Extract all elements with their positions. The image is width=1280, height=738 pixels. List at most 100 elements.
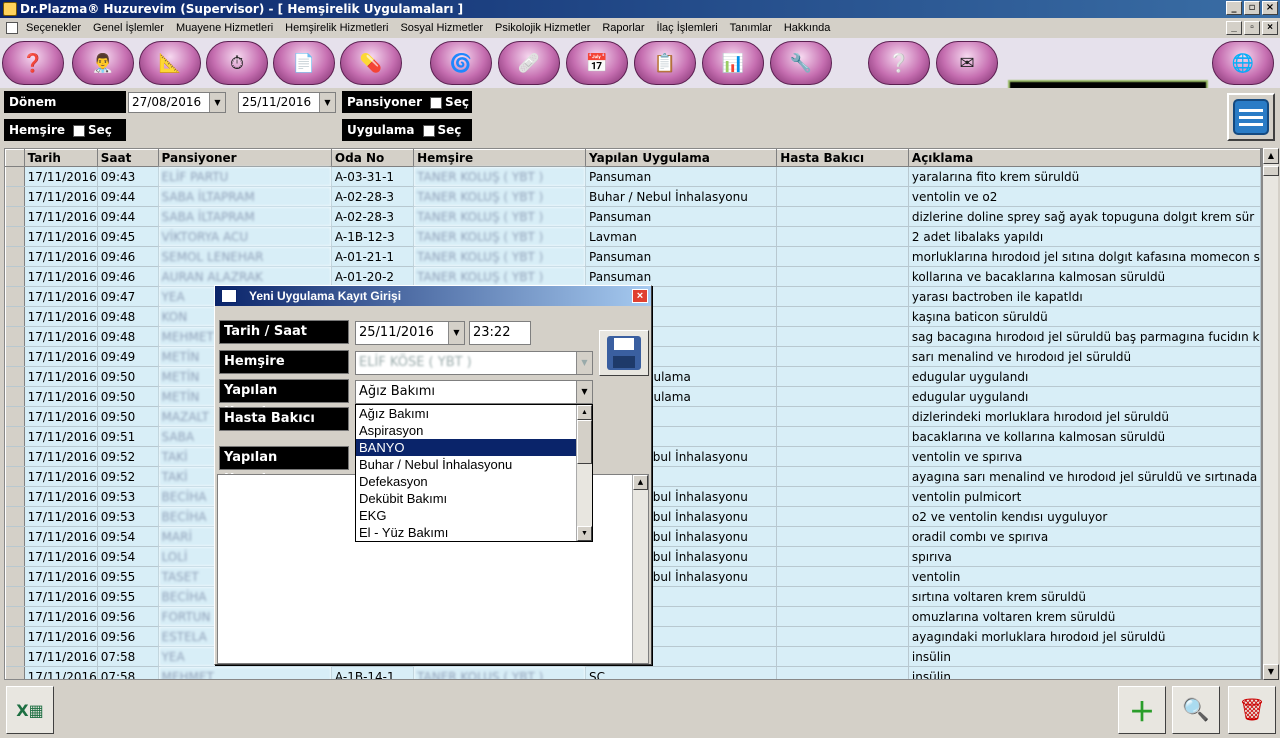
column-header[interactable]: Yapılan Uygulama bbox=[585, 149, 778, 167]
menu-genel-islemler[interactable]: Genel İşlemler bbox=[93, 22, 164, 34]
chevron-down-icon[interactable]: ▼ bbox=[448, 322, 464, 344]
row-indicator[interactable] bbox=[5, 266, 25, 287]
schedule-button[interactable]: 📅 bbox=[566, 41, 628, 85]
row-indicator[interactable] bbox=[5, 166, 25, 187]
column-header[interactable]: Pansiyoner bbox=[157, 149, 332, 167]
stopwatch-button[interactable]: ⏱ bbox=[206, 41, 268, 85]
chevron-down-icon[interactable]: ▼ bbox=[209, 93, 225, 112]
row-indicator[interactable] bbox=[5, 386, 25, 407]
menu-sosyal[interactable]: Sosyal Hizmetler bbox=[400, 22, 483, 34]
settings-tools-button[interactable]: 🔧 bbox=[770, 41, 832, 85]
row-indicator[interactable] bbox=[5, 226, 25, 247]
row-indicator[interactable] bbox=[5, 206, 25, 227]
row-indicator[interactable] bbox=[5, 306, 25, 327]
document-icon[interactable] bbox=[6, 22, 18, 34]
column-header[interactable]: Oda No bbox=[330, 149, 415, 167]
row-indicator[interactable] bbox=[5, 666, 25, 679]
hemsire-select[interactable]: ELİF KÖSE ( YBT ) ▼ bbox=[355, 351, 593, 375]
row-indicator[interactable] bbox=[5, 626, 25, 647]
delete-record-button[interactable]: 🗑 bbox=[1228, 686, 1276, 734]
uygulama-select[interactable]: Ağız Bakımı ▼ bbox=[355, 380, 593, 404]
table-row[interactable]: 17/11/2016 09:44 SABA İLTAPRAM A-02-28-3 TAN… bbox=[5, 186, 1261, 207]
scroll-up-icon[interactable]: ▲ bbox=[1263, 148, 1279, 164]
row-indicator[interactable] bbox=[5, 426, 25, 447]
chevron-down-icon[interactable]: ▼ bbox=[576, 381, 592, 403]
pansiyoner-checkbox[interactable] bbox=[430, 96, 443, 109]
row-indicator[interactable] bbox=[5, 326, 25, 347]
dialog-close-button[interactable]: × bbox=[632, 289, 648, 303]
row-indicator[interactable] bbox=[5, 586, 25, 607]
menu-muayene[interactable]: Muayene Hizmetleri bbox=[176, 22, 273, 34]
uygulama-dropdown-list[interactable]: Ağız Bakımı Aspirasyon BANYO Buhar / Nebul … bbox=[355, 404, 593, 542]
row-indicator[interactable] bbox=[5, 406, 25, 427]
row-indicator[interactable] bbox=[5, 366, 25, 387]
chevron-down-icon[interactable]: ▼ bbox=[319, 93, 335, 112]
dialog-date-field[interactable]: 25/11/2016 ▼ bbox=[355, 321, 465, 345]
row-indicator[interactable] bbox=[5, 546, 25, 567]
excel-export-button[interactable]: X▦ bbox=[6, 686, 54, 734]
row-indicator[interactable] bbox=[5, 506, 25, 527]
dialog-time-field[interactable]: 23:22 bbox=[469, 321, 531, 345]
table-row[interactable]: 17/11/2016 09:43 ELİF PARTU A-03-31-1 TANER … bbox=[5, 166, 1261, 187]
minimize-button[interactable]: _ bbox=[1226, 1, 1242, 15]
grid-scrollbar[interactable]: ▲ ▼ bbox=[1262, 148, 1279, 680]
dropdown-option[interactable]: Ağız Bakımı bbox=[356, 405, 592, 422]
document-button[interactable]: 📄 bbox=[273, 41, 335, 85]
date-from-field[interactable]: 27/08/2016 ▼ bbox=[128, 92, 226, 113]
list-button[interactable] bbox=[1227, 93, 1275, 141]
row-indicator[interactable] bbox=[5, 346, 25, 367]
table-row[interactable]: 17/11/2016 09:45 VİKTORYA ACU A-1B-12-3 TANE… bbox=[5, 226, 1261, 247]
menu-tanimlar[interactable]: Tanımlar bbox=[730, 22, 772, 34]
column-header[interactable]: Saat bbox=[96, 149, 159, 167]
mail-button[interactable]: ✉ bbox=[936, 41, 998, 85]
help-note-button[interactable]: ❔ bbox=[868, 41, 930, 85]
menu-raporlar[interactable]: Raporlar bbox=[602, 22, 644, 34]
row-indicator[interactable] bbox=[5, 526, 25, 547]
dropdown-option[interactable]: El - Yüz Bakımı bbox=[356, 524, 592, 541]
table-row[interactable]: 17/11/2016 09:44 SABA İLTAPRAM A-02-28-3 TAN… bbox=[5, 206, 1261, 227]
child-minimize-button[interactable]: _ bbox=[1226, 21, 1242, 35]
chart-button[interactable]: 📊 bbox=[702, 41, 764, 85]
dropdown-scroll-thumb[interactable] bbox=[577, 420, 592, 464]
search-record-button[interactable]: 🔍 bbox=[1172, 686, 1220, 734]
memo-scrollbar[interactable]: ▲ bbox=[632, 475, 648, 663]
child-close-button[interactable]: × bbox=[1262, 21, 1278, 35]
dropdown-scrollbar[interactable]: ▲ ▼ bbox=[576, 405, 592, 541]
table-row[interactable]: 17/11/2016 09:46 AURAN ALAZRAK A-01-20-2 TAN… bbox=[5, 266, 1261, 287]
web-button[interactable]: 🌐 bbox=[1212, 41, 1274, 85]
menu-ilac[interactable]: İlaç İşlemleri bbox=[657, 22, 718, 34]
spiral-button[interactable]: 🌀 bbox=[430, 41, 492, 85]
menu-secenekler[interactable]: Seçenekler bbox=[26, 22, 81, 34]
row-indicator[interactable] bbox=[5, 606, 25, 627]
scroll-thumb[interactable] bbox=[1263, 166, 1279, 176]
dropdown-option[interactable]: Buhar / Nebul İnhalasyonu bbox=[356, 456, 592, 473]
table-row[interactable]: 17/11/2016 07:58 MEHMET A-1B-14-1 TANER KOLU… bbox=[5, 666, 1261, 679]
scroll-down-icon[interactable]: ▼ bbox=[577, 526, 592, 541]
table-row[interactable]: 17/11/2016 09:46 SEMOL LENEHAR A-01-21-1 TAN… bbox=[5, 246, 1261, 267]
pills-button[interactable]: 💊 bbox=[340, 41, 402, 85]
bandage-button[interactable]: 🩹 bbox=[498, 41, 560, 85]
menu-hemsirelik[interactable]: Hemşirelik Hizmetleri bbox=[285, 22, 388, 34]
row-indicator[interactable] bbox=[5, 286, 25, 307]
row-indicator[interactable] bbox=[5, 186, 25, 207]
child-restore-button[interactable]: ▫ bbox=[1244, 21, 1260, 35]
row-indicator[interactable] bbox=[5, 246, 25, 267]
dropdown-option[interactable]: BANYO bbox=[356, 439, 592, 456]
dropdown-option[interactable]: Aspirasyon bbox=[356, 422, 592, 439]
uygulama-checkbox[interactable] bbox=[422, 124, 435, 137]
column-header[interactable]: Tarih bbox=[23, 149, 98, 167]
row-indicator[interactable] bbox=[5, 446, 25, 467]
scroll-down-icon[interactable]: ▼ bbox=[1263, 664, 1279, 680]
hemsire-checkbox[interactable] bbox=[73, 124, 85, 137]
dropdown-option[interactable]: EKG bbox=[356, 507, 592, 524]
menu-hakkinda[interactable]: Hakkında bbox=[784, 22, 830, 34]
column-header[interactable]: Hasta Bakıcı bbox=[776, 149, 909, 167]
date-to-field[interactable]: 25/11/2016 ▼ bbox=[238, 92, 336, 113]
doctors-button[interactable]: 👨‍⚕️ bbox=[72, 41, 134, 85]
row-indicator[interactable] bbox=[5, 566, 25, 587]
dropdown-option[interactable]: Defekasyon bbox=[356, 473, 592, 490]
column-header[interactable]: Açıklama bbox=[907, 149, 1261, 167]
chevron-down-icon[interactable]: ▼ bbox=[576, 352, 592, 374]
close-button[interactable]: × bbox=[1262, 1, 1278, 15]
column-header[interactable]: Hemşire bbox=[413, 149, 587, 167]
